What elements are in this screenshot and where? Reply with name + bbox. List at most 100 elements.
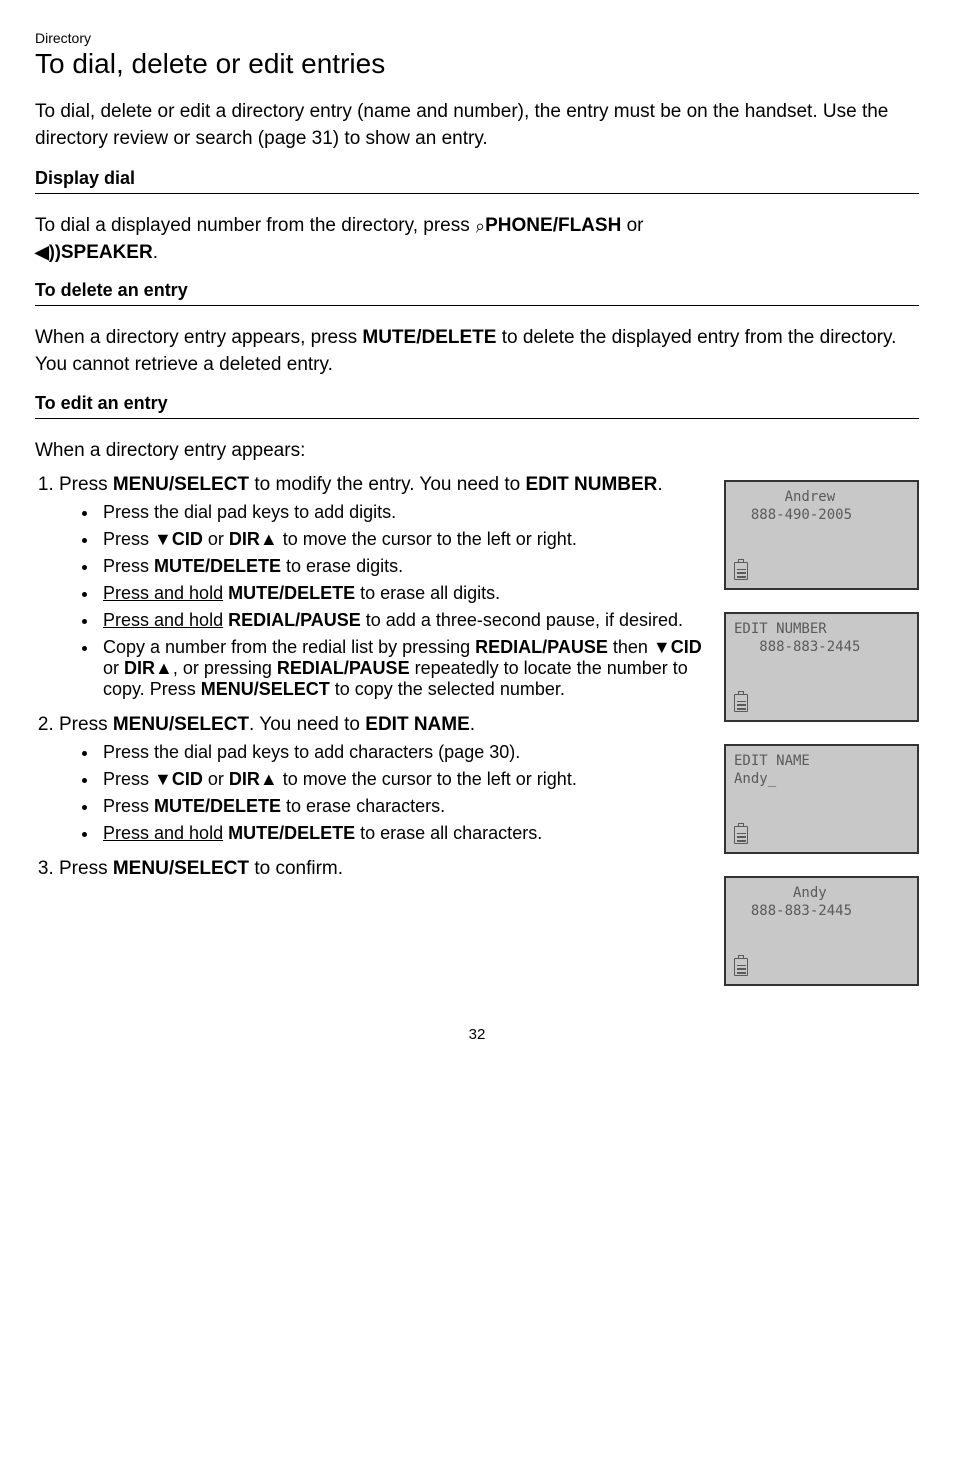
delete-label: /DELETE bbox=[205, 796, 281, 816]
display-dial-body: To dial a displayed number from the dire… bbox=[35, 213, 919, 266]
redial-label: REDIAL bbox=[228, 610, 295, 630]
display-dial-heading: Display dial bbox=[35, 168, 919, 194]
down-arrow-icon: ▼ bbox=[154, 769, 172, 789]
text-fragment: to move the cursor to the left or right. bbox=[278, 529, 577, 549]
list-item: Press MUTE/DELETE to erase characters. bbox=[99, 796, 706, 817]
text-fragment: to erase all characters. bbox=[355, 823, 542, 843]
step-2: Press MENU/SELECT. You need to EDIT NAME… bbox=[59, 714, 706, 844]
mute-label: MUTE bbox=[228, 823, 279, 843]
text-fragment: to erase digits. bbox=[281, 556, 403, 576]
battery-icon bbox=[734, 694, 748, 712]
text-fragment: or bbox=[621, 215, 643, 236]
list-item: Press the dial pad keys to add digits. bbox=[99, 502, 706, 523]
mute-label: MUTE bbox=[362, 327, 416, 348]
text-fragment: Copy a number from the redial list by pr… bbox=[103, 637, 475, 657]
up-arrow-icon: ▲ bbox=[155, 658, 173, 678]
lcd-screen-directory-entry: Andrew 888-490-2005 bbox=[724, 480, 919, 590]
menu-label: MENU bbox=[113, 714, 169, 735]
phone-label: PHONE bbox=[485, 215, 553, 236]
menu-label: MENU bbox=[113, 474, 169, 495]
text-fragment: then bbox=[608, 637, 653, 657]
text-fragment: Press and hold bbox=[103, 823, 223, 843]
list-item: Press and hold REDIAL/PAUSE to add a thr… bbox=[99, 610, 706, 631]
text-fragment: to confirm. bbox=[249, 858, 343, 879]
cid-label: CID bbox=[172, 529, 203, 549]
delete-entry-heading: To delete an entry bbox=[35, 280, 919, 306]
cid-label: CID bbox=[671, 637, 702, 657]
menu-label: MENU bbox=[113, 858, 169, 879]
redial-label: REDIAL bbox=[475, 637, 542, 657]
text-fragment: to copy the selected number. bbox=[330, 679, 565, 699]
select-label: /SELECT bbox=[169, 474, 249, 495]
step-1: Press MENU/SELECT to modify the entry. Y… bbox=[59, 474, 706, 700]
lcd-screen-edit-name: EDIT NAME Andy_ bbox=[724, 744, 919, 854]
down-arrow-icon: ▼ bbox=[653, 637, 671, 657]
down-arrow-icon: ▼ bbox=[154, 529, 172, 549]
select-label: /SELECT bbox=[254, 679, 330, 699]
redial-label: REDIAL bbox=[277, 658, 344, 678]
pause-label: /PAUSE bbox=[542, 637, 608, 657]
battery-icon bbox=[734, 562, 748, 580]
list-item: Press the dial pad keys to add character… bbox=[99, 742, 706, 763]
text-fragment: or bbox=[203, 769, 229, 789]
mute-label: MUTE bbox=[228, 583, 279, 603]
delete-label: /DELETE bbox=[205, 556, 281, 576]
text-fragment: to erase characters. bbox=[281, 796, 445, 816]
text-fragment: Press bbox=[103, 769, 154, 789]
text-fragment: Press and hold bbox=[103, 610, 223, 630]
text-fragment: When a directory entry appears, press bbox=[35, 327, 362, 348]
dir-label: DIR bbox=[229, 529, 260, 549]
menu-label: MENU bbox=[201, 679, 254, 699]
list-item: Copy a number from the redial list by pr… bbox=[99, 637, 706, 700]
speaker-icon: ◀)) bbox=[35, 240, 61, 265]
text-fragment: Press bbox=[59, 714, 113, 735]
pause-label: /PAUSE bbox=[344, 658, 410, 678]
text-fragment: Press bbox=[103, 556, 154, 576]
list-item: Press ▼CID or DIR▲ to move the cursor to… bbox=[99, 769, 706, 790]
select-label: /SELECT bbox=[169, 858, 249, 879]
text-fragment: Press and hold bbox=[103, 583, 223, 603]
lcd-line: EDIT NUMBER bbox=[734, 620, 909, 638]
list-item: Press and hold MUTE/DELETE to erase all … bbox=[99, 823, 706, 844]
text-fragment: . bbox=[153, 242, 158, 263]
breadcrumb: Directory bbox=[35, 30, 919, 46]
mute-label: MUTE bbox=[154, 556, 205, 576]
text-fragment: . bbox=[470, 714, 475, 735]
text-fragment: or bbox=[203, 529, 229, 549]
delete-label: /DELETE bbox=[279, 583, 355, 603]
list-item: Press ▼CID or DIR▲ to move the cursor to… bbox=[99, 529, 706, 550]
lcd-line: Andy_ bbox=[734, 770, 909, 788]
list-item: Press and hold MUTE/DELETE to erase all … bbox=[99, 583, 706, 604]
edit-entry-heading: To edit an entry bbox=[35, 393, 919, 419]
delete-label: /DELETE bbox=[416, 327, 496, 348]
text-fragment: . bbox=[657, 474, 662, 495]
text-fragment: , or pressing bbox=[173, 658, 277, 678]
page-title: To dial, delete or edit entries bbox=[35, 48, 919, 80]
delete-entry-body: When a directory entry appears, press MU… bbox=[35, 325, 919, 378]
delete-label: /DELETE bbox=[279, 823, 355, 843]
lcd-line: 888-883-2445 bbox=[734, 638, 909, 656]
intro-text: To dial, delete or edit a directory entr… bbox=[35, 99, 919, 152]
page-number: 32 bbox=[35, 1026, 919, 1043]
list-item: Press MUTE/DELETE to erase digits. bbox=[99, 556, 706, 577]
dir-label: DIR bbox=[124, 658, 155, 678]
mute-label: MUTE bbox=[154, 796, 205, 816]
speaker-label: SPEAKER bbox=[61, 242, 153, 263]
flash-label: /FLASH bbox=[553, 215, 622, 236]
lcd-line: EDIT NAME bbox=[734, 752, 909, 770]
edit-name-label: EDIT NAME bbox=[365, 714, 470, 735]
text-fragment: Press bbox=[103, 796, 154, 816]
cid-label: CID bbox=[172, 769, 203, 789]
text-fragment: . You need to bbox=[249, 714, 365, 735]
text-fragment: to modify the entry. You need to bbox=[249, 474, 525, 495]
text-fragment: Press bbox=[59, 474, 113, 495]
edit-number-label: EDIT NUMBER bbox=[525, 474, 657, 495]
lcd-screen-edit-number: EDIT NUMBER 888-883-2445 bbox=[724, 612, 919, 722]
dir-label: DIR bbox=[229, 769, 260, 789]
battery-icon bbox=[734, 826, 748, 844]
text-fragment: or bbox=[103, 658, 124, 678]
text-fragment: Press bbox=[59, 858, 113, 879]
text-fragment: to erase all digits. bbox=[355, 583, 500, 603]
pause-label: /PAUSE bbox=[295, 610, 361, 630]
up-arrow-icon: ▲ bbox=[260, 529, 278, 549]
